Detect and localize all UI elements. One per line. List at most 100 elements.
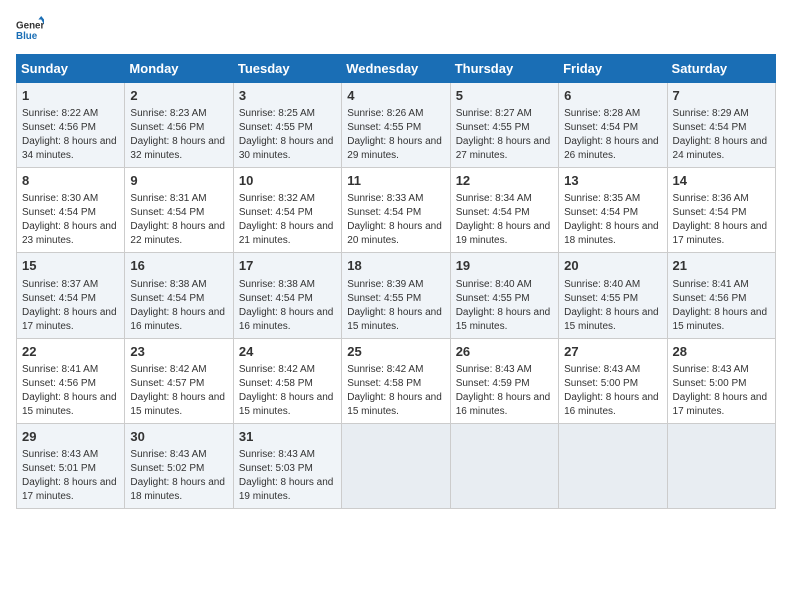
day-number: 19 (456, 257, 553, 275)
col-monday: Monday (125, 55, 233, 83)
daylight-label: Daylight: 8 hours and 15 minutes. (673, 307, 768, 332)
day-number: 30 (130, 428, 227, 446)
daylight-label: Daylight: 8 hours and 26 minutes. (564, 136, 659, 161)
table-row (342, 423, 450, 508)
sunset-label: Sunset: 4:54 PM (130, 207, 204, 218)
sunset-label: Sunset: 4:56 PM (22, 122, 96, 133)
daylight-label: Daylight: 8 hours and 17 minutes. (22, 477, 117, 502)
daylight-label: Daylight: 8 hours and 21 minutes. (239, 221, 334, 246)
day-number: 26 (456, 343, 553, 361)
sunrise-label: Sunrise: 8:43 AM (673, 364, 749, 375)
sunset-label: Sunset: 4:54 PM (130, 293, 204, 304)
sunset-label: Sunset: 4:55 PM (347, 293, 421, 304)
sunset-label: Sunset: 4:54 PM (239, 207, 313, 218)
day-number: 15 (22, 257, 119, 275)
daylight-label: Daylight: 8 hours and 23 minutes. (22, 221, 117, 246)
table-row: 18 Sunrise: 8:39 AM Sunset: 4:55 PM Dayl… (342, 253, 450, 338)
table-row: 25 Sunrise: 8:42 AM Sunset: 4:58 PM Dayl… (342, 338, 450, 423)
sunrise-label: Sunrise: 8:29 AM (673, 108, 749, 119)
sunset-label: Sunset: 4:56 PM (673, 293, 747, 304)
sunset-label: Sunset: 4:56 PM (22, 378, 96, 389)
sunrise-label: Sunrise: 8:38 AM (239, 279, 315, 290)
sunset-label: Sunset: 4:54 PM (456, 207, 530, 218)
sunset-label: Sunset: 5:03 PM (239, 463, 313, 474)
sunset-label: Sunset: 4:54 PM (22, 293, 96, 304)
sunrise-label: Sunrise: 8:27 AM (456, 108, 532, 119)
daylight-label: Daylight: 8 hours and 15 minutes. (456, 307, 551, 332)
table-row: 9 Sunrise: 8:31 AM Sunset: 4:54 PM Dayli… (125, 168, 233, 253)
day-number: 3 (239, 87, 336, 105)
daylight-label: Daylight: 8 hours and 15 minutes. (564, 307, 659, 332)
daylight-label: Daylight: 8 hours and 16 minutes. (239, 307, 334, 332)
sunrise-label: Sunrise: 8:37 AM (22, 279, 98, 290)
sunrise-label: Sunrise: 8:43 AM (22, 449, 98, 460)
daylight-label: Daylight: 8 hours and 15 minutes. (130, 392, 225, 417)
sunset-label: Sunset: 4:55 PM (239, 122, 313, 133)
sunrise-label: Sunrise: 8:22 AM (22, 108, 98, 119)
logo: General Blue (16, 16, 52, 44)
sunset-label: Sunset: 5:00 PM (564, 378, 638, 389)
table-row: 15 Sunrise: 8:37 AM Sunset: 4:54 PM Dayl… (17, 253, 125, 338)
table-row: 16 Sunrise: 8:38 AM Sunset: 4:54 PM Dayl… (125, 253, 233, 338)
daylight-label: Daylight: 8 hours and 15 minutes. (347, 307, 442, 332)
daylight-label: Daylight: 8 hours and 19 minutes. (456, 221, 551, 246)
sunrise-label: Sunrise: 8:40 AM (564, 279, 640, 290)
table-row: 11 Sunrise: 8:33 AM Sunset: 4:54 PM Dayl… (342, 168, 450, 253)
sunrise-label: Sunrise: 8:43 AM (239, 449, 315, 460)
sunrise-label: Sunrise: 8:26 AM (347, 108, 423, 119)
day-number: 12 (456, 172, 553, 190)
table-row (667, 423, 775, 508)
table-row: 17 Sunrise: 8:38 AM Sunset: 4:54 PM Dayl… (233, 253, 341, 338)
table-row: 30 Sunrise: 8:43 AM Sunset: 5:02 PM Dayl… (125, 423, 233, 508)
sunrise-label: Sunrise: 8:25 AM (239, 108, 315, 119)
sunset-label: Sunset: 4:54 PM (673, 207, 747, 218)
table-row: 24 Sunrise: 8:42 AM Sunset: 4:58 PM Dayl… (233, 338, 341, 423)
day-number: 16 (130, 257, 227, 275)
col-tuesday: Tuesday (233, 55, 341, 83)
svg-text:General: General (16, 21, 44, 32)
table-row: 13 Sunrise: 8:35 AM Sunset: 4:54 PM Dayl… (559, 168, 667, 253)
daylight-label: Daylight: 8 hours and 22 minutes. (130, 221, 225, 246)
sunrise-label: Sunrise: 8:40 AM (456, 279, 532, 290)
daylight-label: Daylight: 8 hours and 16 minutes. (564, 392, 659, 417)
sunset-label: Sunset: 4:55 PM (456, 122, 530, 133)
daylight-label: Daylight: 8 hours and 32 minutes. (130, 136, 225, 161)
daylight-label: Daylight: 8 hours and 18 minutes. (130, 477, 225, 502)
daylight-label: Daylight: 8 hours and 15 minutes. (347, 392, 442, 417)
daylight-label: Daylight: 8 hours and 19 minutes. (239, 477, 334, 502)
sunrise-label: Sunrise: 8:32 AM (239, 193, 315, 204)
sunset-label: Sunset: 4:54 PM (564, 207, 638, 218)
table-row: 29 Sunrise: 8:43 AM Sunset: 5:01 PM Dayl… (17, 423, 125, 508)
sunrise-label: Sunrise: 8:42 AM (130, 364, 206, 375)
sunrise-label: Sunrise: 8:23 AM (130, 108, 206, 119)
sunrise-label: Sunrise: 8:43 AM (130, 449, 206, 460)
sunrise-label: Sunrise: 8:38 AM (130, 279, 206, 290)
table-row: 27 Sunrise: 8:43 AM Sunset: 5:00 PM Dayl… (559, 338, 667, 423)
sunrise-label: Sunrise: 8:28 AM (564, 108, 640, 119)
sunset-label: Sunset: 4:54 PM (239, 293, 313, 304)
daylight-label: Daylight: 8 hours and 34 minutes. (22, 136, 117, 161)
sunset-label: Sunset: 4:54 PM (564, 122, 638, 133)
day-number: 10 (239, 172, 336, 190)
day-number: 29 (22, 428, 119, 446)
day-number: 17 (239, 257, 336, 275)
daylight-label: Daylight: 8 hours and 30 minutes. (239, 136, 334, 161)
svg-text:Blue: Blue (16, 31, 38, 42)
sunrise-label: Sunrise: 8:39 AM (347, 279, 423, 290)
day-number: 28 (673, 343, 770, 361)
col-saturday: Saturday (667, 55, 775, 83)
day-number: 11 (347, 172, 444, 190)
table-row: 20 Sunrise: 8:40 AM Sunset: 4:55 PM Dayl… (559, 253, 667, 338)
day-number: 25 (347, 343, 444, 361)
table-row: 4 Sunrise: 8:26 AM Sunset: 4:55 PM Dayli… (342, 83, 450, 168)
daylight-label: Daylight: 8 hours and 15 minutes. (22, 392, 117, 417)
day-number: 4 (347, 87, 444, 105)
sunset-label: Sunset: 5:01 PM (22, 463, 96, 474)
day-number: 20 (564, 257, 661, 275)
sunrise-label: Sunrise: 8:43 AM (564, 364, 640, 375)
sunrise-label: Sunrise: 8:33 AM (347, 193, 423, 204)
header-row: Sunday Monday Tuesday Wednesday Thursday… (17, 55, 776, 83)
daylight-label: Daylight: 8 hours and 29 minutes. (347, 136, 442, 161)
sunset-label: Sunset: 4:55 PM (456, 293, 530, 304)
page-container: General Blue Sunday Monday Tuesday Wedne… (0, 0, 792, 517)
